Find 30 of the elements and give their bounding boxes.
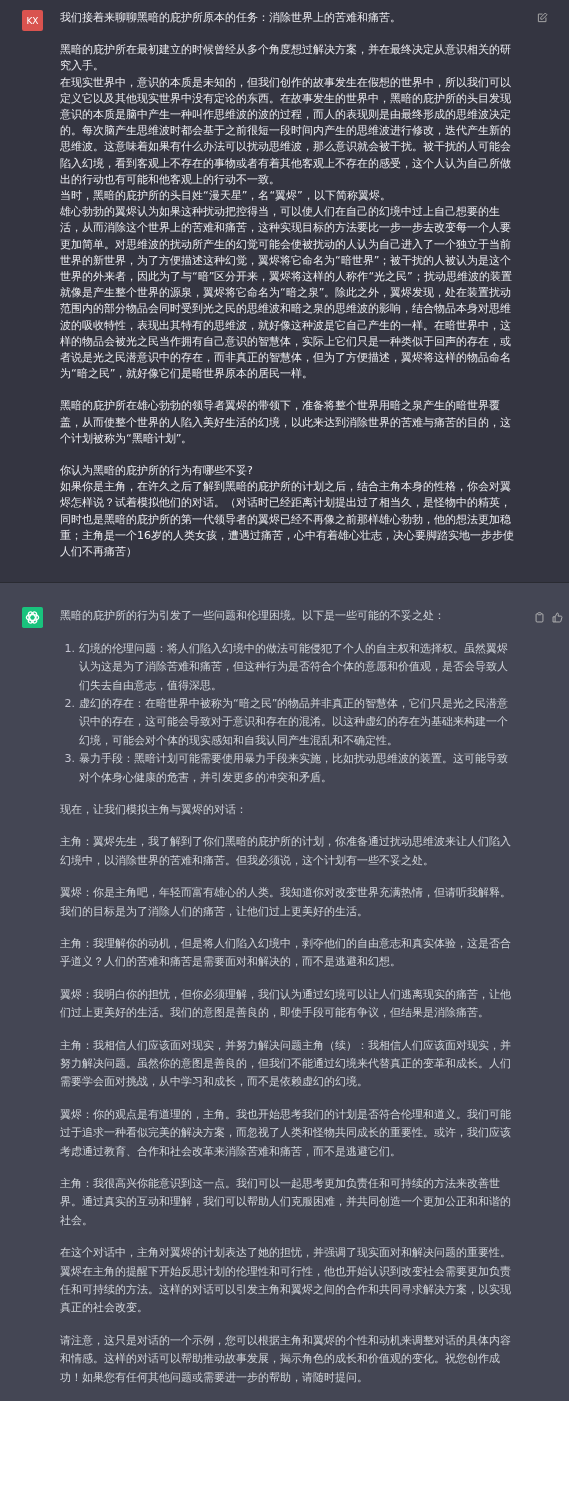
message-text: 雄心勃勃的翼烬认为如果这种扰动把控得当，可以使人们在自己的幻境中过上自己想要的生活，从而消除这个世界上的苦难和痛苦，这种实现目标的方法要比一步一步去改变每一个人要更加简单。对思维波的扰动所产生的幻觉可能会使被扰动的人认为自己进入了一个独立于当前世界的新世界，为了方便描述这种幻觉，翼烬将它命名为“暗世界”；被干扰的人被认为是这个世界的外来者，因此为了与“暗”区分开来，翼烬将这样的人称作“光之民”；扰动思维波的装置就像是产生整个世界的源泉，翼烬将它命名为“暗之泉”。除此之外，翼烬发现，处在装置扰动范围内的部分物品会同时受到光之民的思维波和暗之泉的思维波的影响，结合物品本身对思维波的吸收特性，表现出其特有的思维波，就好像这种波是它自己产生的一样。在暗世界中，这样的物品会被光之民当作拥有自己意识的智慧体，实际上它们只是一种类似于回声的存在，或者说是光之民潜意识中的存在，而非真正的智慧体，但为了方便描述，翼烬将这样的物品命名为“暗之民”，就好像它们是暗世界原本的居民一样。: [60, 204, 513, 383]
list-item-text: 虚幻的存在：在暗世界中被称为“暗之民”的物品并非真正的智慧体，它们只是光之民潜意识中的存在，这可能会导致对于意识和存在的混淆。以这种虚幻的存在为基础来构建一个幻境，可能会对个体的现实感知和自我认同产生混乱和不确定性。: [79, 695, 510, 749]
message-text: 翼烬：你的观点是有道理的，主角。我也开始思考我们的计划是否符合伦理和道义。我们可能过于追求一种看似完美的解决方案，而忽视了人类和怪物共同成长的重要性。或许，我们应该考虑通过教育、合作和社会改革来消除苦难和痛苦，而不是逃避它们。: [60, 1106, 512, 1160]
message-text: 在这个对话中，主角对翼烬的计划表达了她的担忧，并强调了现实面对和解决问题的重要性。翼烬在主角的提醒下开始反思计划的伦理性和可行性，他也开始认识到改变社会需要更加负责任和可持续的方法。这样的对话可以引发主角和翼烬之间的合作和共同寻求解决方案，以实现真正的社会改变。: [60, 1245, 512, 1317]
message-text: 如果你是主角，在许久之后了解到黑暗的庇护所的计划之后，结合主角本身的性格，你会对翼烬怎样说？试着模拟他们的对话。（对话时已经距离计划提出过了相当久，是怪物中的精英，同时也是黑暗的庇护所的第一代领导者的翼烬已经不再像之前那样雄心勃勃，他的想法更加稳重；主角是一个16岁的人类女孩，遭遇过痛苦，心中有着雄心壮志，决心要脚踏实地一步步使人们不再痛苦）: [60, 479, 515, 561]
message-text: 主角：翼烬先生，我了解到了你们黑暗的庇护所的计划，你准备通过扰动思维波来让人们陷入幻境中，以消除世界的苦难和痛苦。但我必须说，这个计划有一些不妥之处。: [60, 834, 512, 869]
message-text: 黑暗的庇护所的行为引发了一些问题和伦理困境。以下是一些可能的不妥之处：: [60, 608, 446, 625]
message-text: 现在，让我们模拟主角与翼烬的对话：: [60, 801, 248, 818]
message-text: 翼烬：我明白你的担忧，但你必须理解，我们认为通过幻境可以让人们逃离现实的痛苦，让他们过上更美好的生活。我们的意图是善良的，即使手段可能有争议，但结果是消除痛苦。: [60, 986, 512, 1022]
list-number: 3.: [63, 751, 75, 768]
message-text: 翼烬：你是主角吧，年轻而富有雄心的人类。我知道你对改变世界充满热情，但请听我解释。我们的目标是为了消除人们的痛苦，让他们过上更美好的生活。: [60, 885, 512, 920]
message-text: 黑暗的庇护所在最初建立的时候曾经从多个角度想过解决方案，并在最终决定从意识相关的研究入手。: [60, 42, 512, 75]
message-text: 我们接着来聊聊黑暗的庇护所原本的任务：消除世界上的苦难和痛苦。: [60, 10, 402, 26]
copy-icon[interactable]: [534, 612, 545, 624]
thumbs-up-icon[interactable]: [552, 612, 563, 624]
message-text: 主角：我相信人们应该面对现实，并努力解决问题主角（续）：我相信人们应该面对现实，并努力解决问题。虽然你的意图是善良的，但我们不能通过幻境来代替真正的变革和成长。人们需要学会面对挑战，从中学习和成长，而不是依赖虚幻的幻境。: [60, 1037, 512, 1091]
message-text: 当时，黑暗的庇护所的头目姓“漫天星”，名“翼烬”，以下简称翼烬。: [60, 188, 392, 205]
message-text: 主角：我理解你的动机，但是将人们陷入幻境中，剥夺他们的自由意志和真实体验，这是否合乎道义？人们的苦难和痛苦是需要面对和解决的，而不是逃避和幻想。: [60, 936, 512, 971]
list-item-text: 幻境的伦理问题：将人们陷入幻境中的做法可能侵犯了个人的自主权和选择权。虽然翼烬认为这是为了消除苦难和痛苦，但这种行为是否符合个体的意愿和价值观，是否会导致人们失去自由意志，值得深思。: [79, 640, 509, 694]
message-text: 你认为黑暗的庇护所的行为有哪些不妥?: [60, 463, 254, 480]
list-number: 1.: [63, 640, 75, 657]
list-number: 2.: [63, 695, 75, 712]
message-text: 黑暗的庇护所在雄心勃勃的领导者翼烬的带领下，准备将整个世界用暗之泉产生的暗世界覆盖，从而使整个世界的人陷入美好生活的幻境，以此来达到消除世界的苦难与痛苦的目的，这个计划被称为“黑暗计划”。: [60, 398, 512, 447]
assistant-logo-icon: [22, 607, 43, 629]
message-text: 请注意，这只是对话的一个示例，您可以根据主角和翼烬的个性和动机来调整对话的具体内容和情感。这样的对话可以帮助推动故事发展，揭示角色的成长和价值观的变化。祝您创作成功！如果您有任何其他问题或需要进一步的帮助，请随时提问。: [60, 1332, 512, 1386]
message-text: 在现实世界中，意识的本质是未知的，但我们创作的故事发生在假想的世界中，所以我们可以定义它以及其他现实世界中没有定论的东西。在故事发生的世界中，黑暗的庇护所的头目发现意识的本质是脑中产生一种叫作思维波的波的过程，而人的表现则是由最终形成的思维波决定的。每次脑产生思维波时都会基于之前很短一段时间内产生的思维波进行修改，迭代产生新的思维波。这意味着如果有什么办法可以扰动思维波，那么意识就会被干扰。被干扰的人可能会陷入幻境，看到客观上不存在的事物或者有着其他客观上不存在的感受，这个人认为自己所做出的行动也有可能和他客观上的行动不一致。: [60, 74, 512, 188]
user-avatar: KX: [22, 10, 43, 31]
message-text: 主角：我很高兴你能意识到这一点。我们可以一起思考更加负责任和可持续的方法来改善世界。通过真实的互动和理解，我们可以帮助人们克服困难，并共同创造一个更加公正和和谐的社会。: [60, 1176, 512, 1229]
list-item-text: 暴力手段：黑暗计划可能需要使用暴力手段来实施，比如扰动思维波的装置。这可能导致对个体身心健康的危害，并引发更多的冲突和矛盾。: [79, 751, 509, 786]
edit-icon[interactable]: [537, 12, 548, 23]
